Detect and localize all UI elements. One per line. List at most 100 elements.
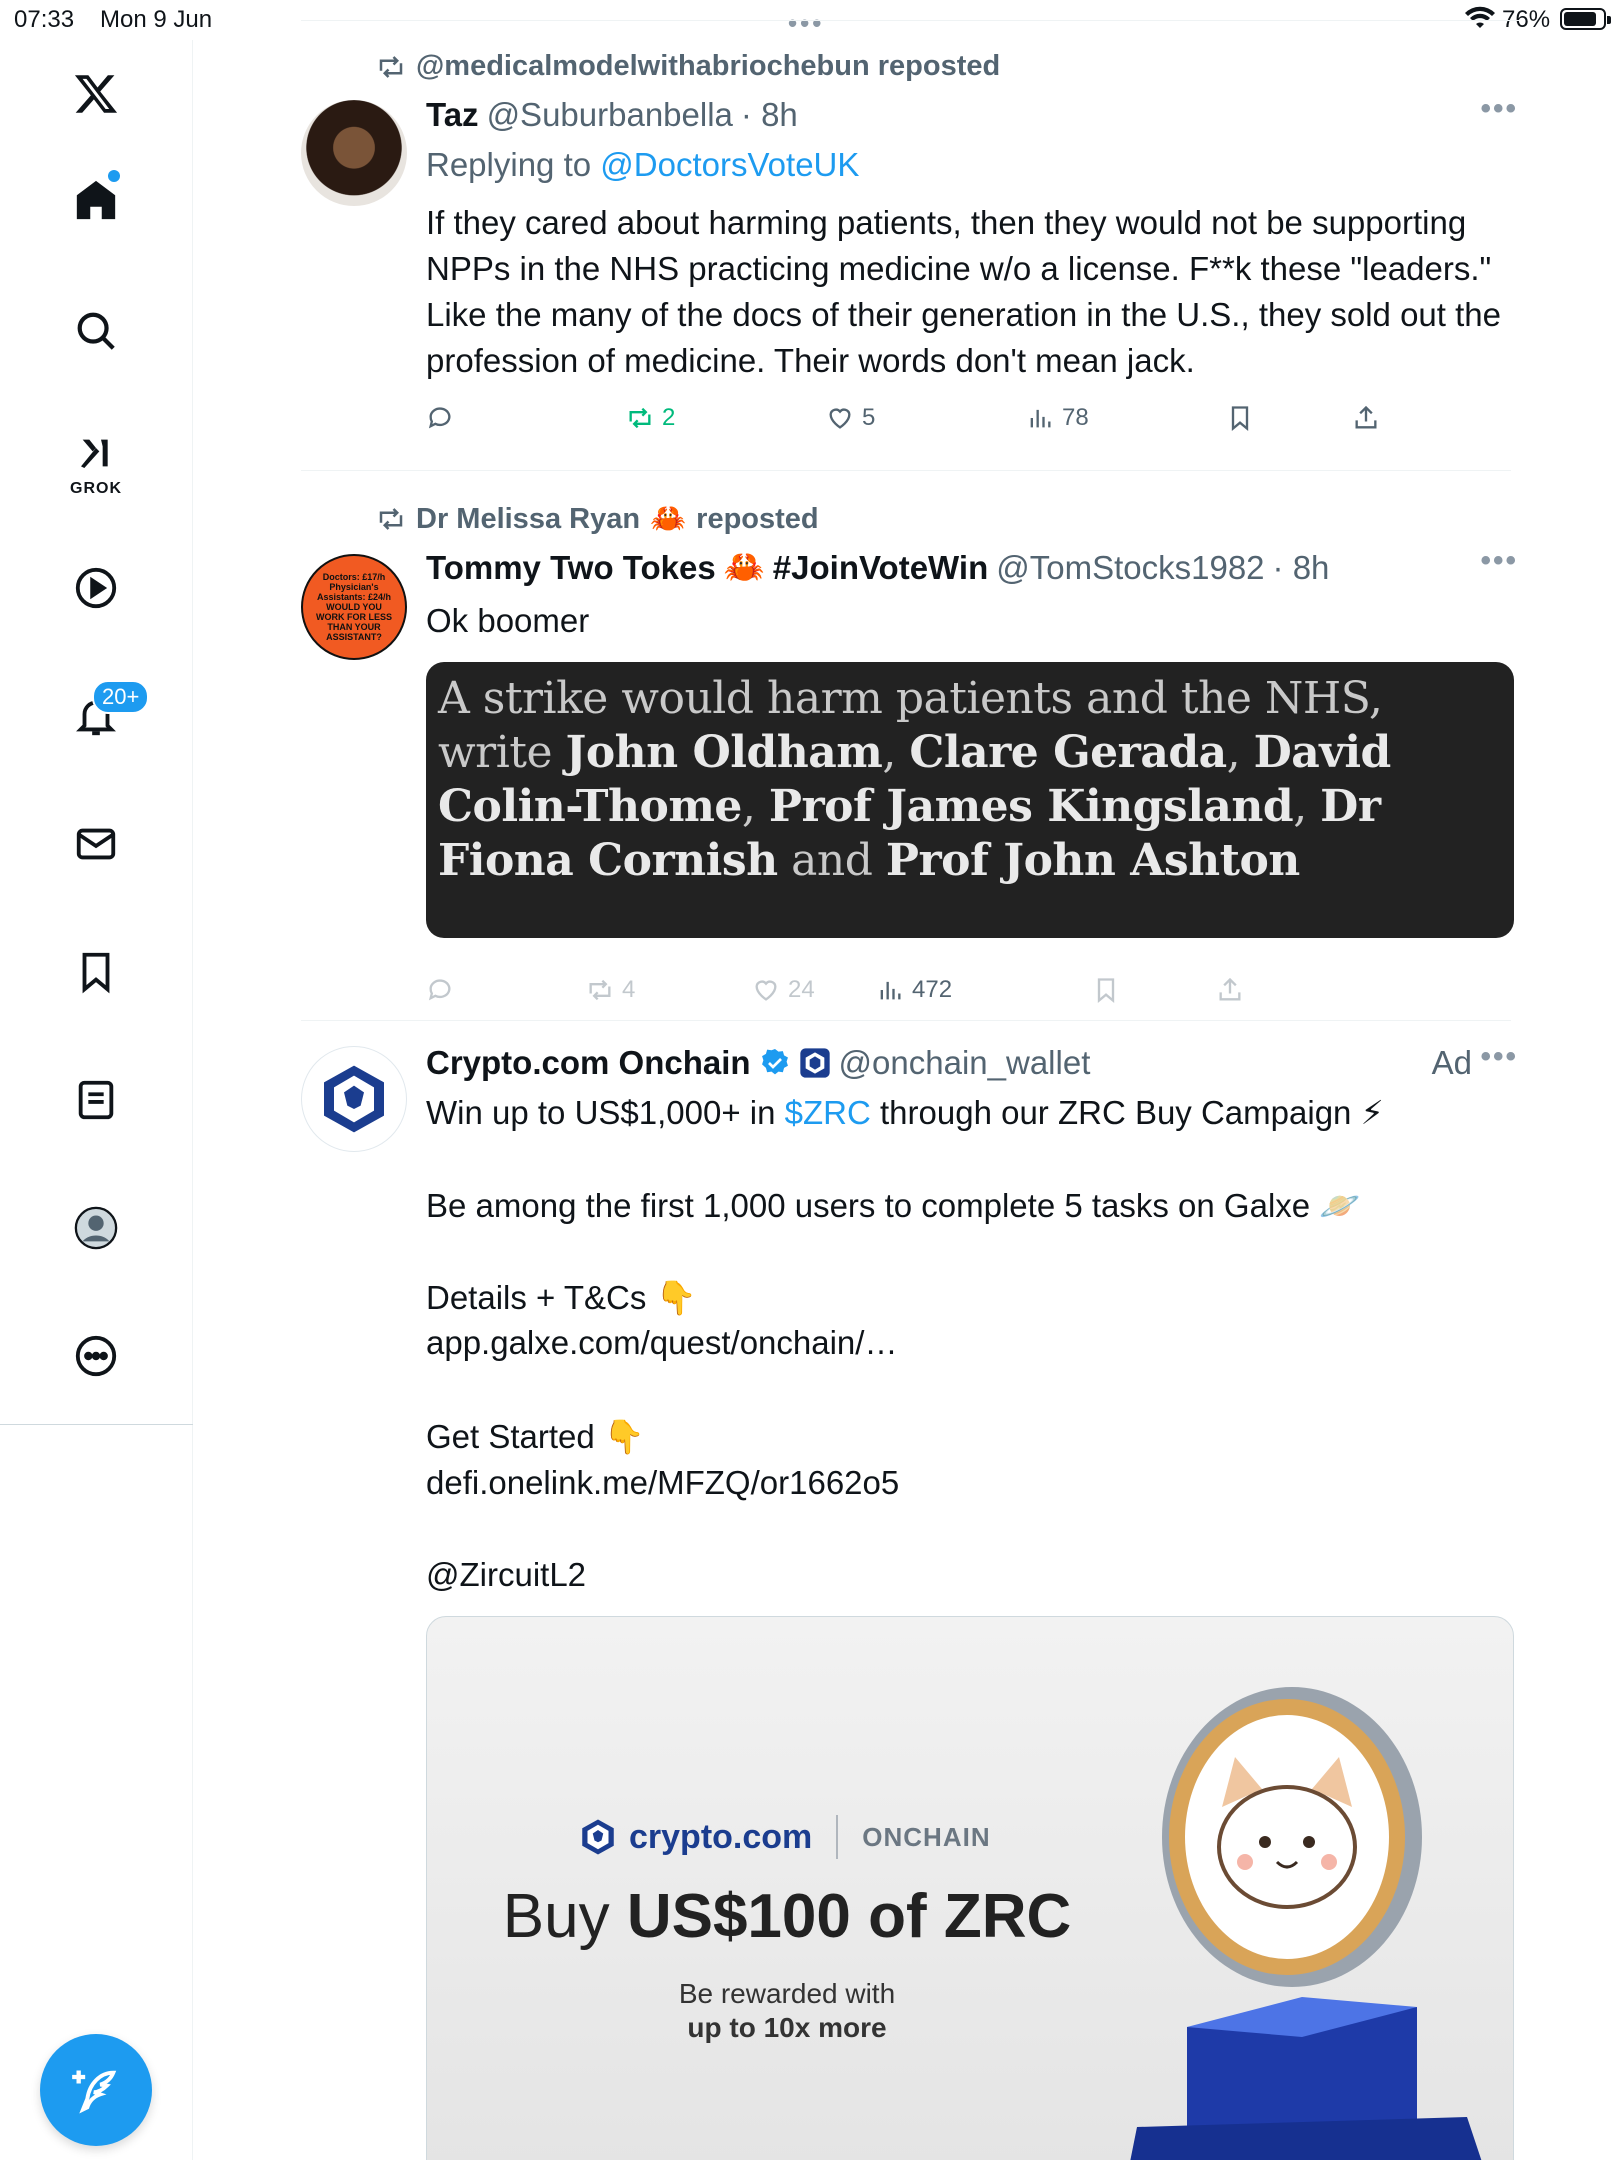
compose-feather-icon [72,2070,117,2114]
share-icon [1219,977,1241,1001]
quote-name: Prof James Kingsland [768,781,1294,832]
ad-line-2: Be among the first 1,000 users to comple… [426,1187,1361,1224]
author-name[interactable]: Taz [426,96,479,134]
views-button[interactable]: 472 [876,976,952,1004]
ad-media-card[interactable]: crypto.com ONCHAIN Buy US$100 of ZRC Be … [426,1616,1514,2160]
view-count: 472 [912,976,953,1003]
repost-user: Dr Melissa Ryan [416,502,641,535]
repost-button[interactable]: 4 [586,976,635,1004]
ad-card-logo: crypto.com ONCHAIN [577,1815,991,1859]
heart-icon [829,408,851,429]
views-icon [1030,409,1051,428]
grok-icon[interactable]: GROK [56,422,136,502]
more-options-icon[interactable] [56,1316,136,1396]
reply-button[interactable] [426,404,454,432]
ad-card-brand: crypto.com [629,1817,813,1856]
post-text: Ok boomer [426,602,590,639]
sidebar-divider [0,1424,193,1425]
ad-card-headline-bold: US$100 of ZRC [626,1882,1072,1951]
ad-card-headline: Buy US$100 of ZRC [487,1881,1087,1952]
post-more-icon[interactable]: ••• [1480,92,1518,126]
post-header: Taz @Suburbanbella · 8h [426,96,798,134]
post-header: Tommy Two Tokes 🦀 #JoinVoteWin @TomStock… [426,548,1329,587]
author-handle[interactable]: @Suburbanbella [487,96,733,134]
affiliate-badge-icon [799,1048,830,1078]
post-more-icon[interactable]: ••• [1480,544,1518,578]
post-divider [301,470,1511,471]
like-count: 5 [862,404,876,431]
author-name[interactable]: Crypto.com Onchain [426,1044,751,1082]
bookmark-button[interactable] [1226,404,1254,432]
bookmark-icon [1097,978,1115,1003]
ad-link-onelink[interactable]: defi.onelink.me/MFZQ/or1662o5 [426,1460,1516,1506]
repost-context[interactable]: @medicalmodelwithabriochebun reposted [376,50,1000,83]
ad-line-1-post: through our ZRC Buy Campaign ⚡ [880,1094,1384,1131]
compose-post-button[interactable] [40,2034,152,2146]
ad-line-1-pre: Win up to US$1,000+ in [426,1094,776,1131]
ad-card-sub-2: up to 10x more [687,2012,887,2043]
repost-context[interactable]: Dr Melissa Ryan 🦀 reposted [376,502,819,536]
ad-card-sub-1: Be rewarded with [678,1978,896,2009]
author-name[interactable]: Tommy Two Tokes [426,549,716,587]
author-handle[interactable]: @onchain_wallet [839,1044,1091,1082]
ad-line-1: Win up to US$1,000+ in $ZRC through our … [426,1090,1516,1136]
author-name-suffix[interactable]: #JoinVoteWin [773,549,988,587]
lists-icon[interactable] [56,1060,136,1140]
quote-image[interactable]: A strike would harm patients and the NHS… [426,662,1514,938]
ad-card-brand-sub: ONCHAIN [862,1821,991,1852]
repost-count: 4 [622,976,636,1003]
cat-coin-illustration [1130,1687,1482,2160]
repost-icon [589,979,611,1001]
video-icon[interactable] [56,548,136,628]
bookmark-button[interactable] [1092,976,1120,1004]
replying-to: Replying to @DoctorsVoteUK [426,146,859,184]
views-icon [880,981,901,1000]
quote-and: and [791,835,873,886]
bookmarks-icon[interactable] [56,932,136,1012]
verified-badge-icon [761,1049,788,1075]
post-header: Crypto.com Onchain @onchain_wallet [426,1044,1090,1082]
crypto-com-logo-icon [324,1065,384,1133]
post-divider [301,1020,1511,1021]
like-button[interactable]: 5 [826,404,875,432]
post-time[interactable]: · 8h [1273,549,1330,587]
x-logo-icon[interactable] [56,54,136,134]
crypto-com-logo-icon [582,1819,614,1855]
replying-to-prefix: Replying to [426,146,592,183]
ad-link-galxe[interactable]: app.galxe.com/quest/onchain/… [426,1320,1516,1366]
views-button[interactable]: 78 [1026,404,1089,432]
unread-dot [108,170,120,182]
grok-label: GROK [70,480,122,497]
reply-icon [428,979,451,1001]
post-text: If they cared about harming patients, th… [426,204,1501,379]
home-icon[interactable] [56,160,136,240]
post-time[interactable]: · 8h [741,96,798,134]
repost-suffix: reposted [696,502,819,535]
mention-link[interactable]: @ZircuitL2 [426,1552,1516,1598]
avatar[interactable]: Doctors: £17/h Physician's Assistants: £… [301,554,407,660]
author-handle[interactable]: @TomStocks1982 [996,549,1264,587]
cashtag-link[interactable]: $ZRC [785,1094,871,1131]
avatar[interactable] [301,100,407,206]
post-more-icon[interactable]: ••• [1480,1040,1518,1074]
share-button[interactable] [1352,404,1380,432]
like-button[interactable]: 24 [752,976,815,1004]
profile-icon[interactable] [56,1188,136,1268]
share-button[interactable] [1216,976,1244,1004]
messages-icon[interactable] [56,804,136,884]
quote-name: Clare Gerada [909,727,1227,778]
repost-button[interactable]: 2 [626,404,675,432]
quote-name: Prof John Ashton [885,835,1300,886]
repost-icon [629,407,651,429]
avatar[interactable] [301,1046,407,1152]
views-wrap: 472 [876,976,1076,1016]
post-actions: 2 5 78 [426,404,1516,444]
reply-button[interactable] [426,976,454,1004]
search-icon[interactable] [56,291,136,371]
share-icon [1355,405,1377,429]
reply-icon [428,407,451,429]
timeline: @medicalmodelwithabriochebun reposted Ta… [194,20,1620,2160]
crab-emoji-icon: 🦀 [650,503,687,535]
notifications-icon[interactable]: 20+ [56,676,150,756]
replying-to-handle[interactable]: @DoctorsVoteUK [600,146,859,183]
